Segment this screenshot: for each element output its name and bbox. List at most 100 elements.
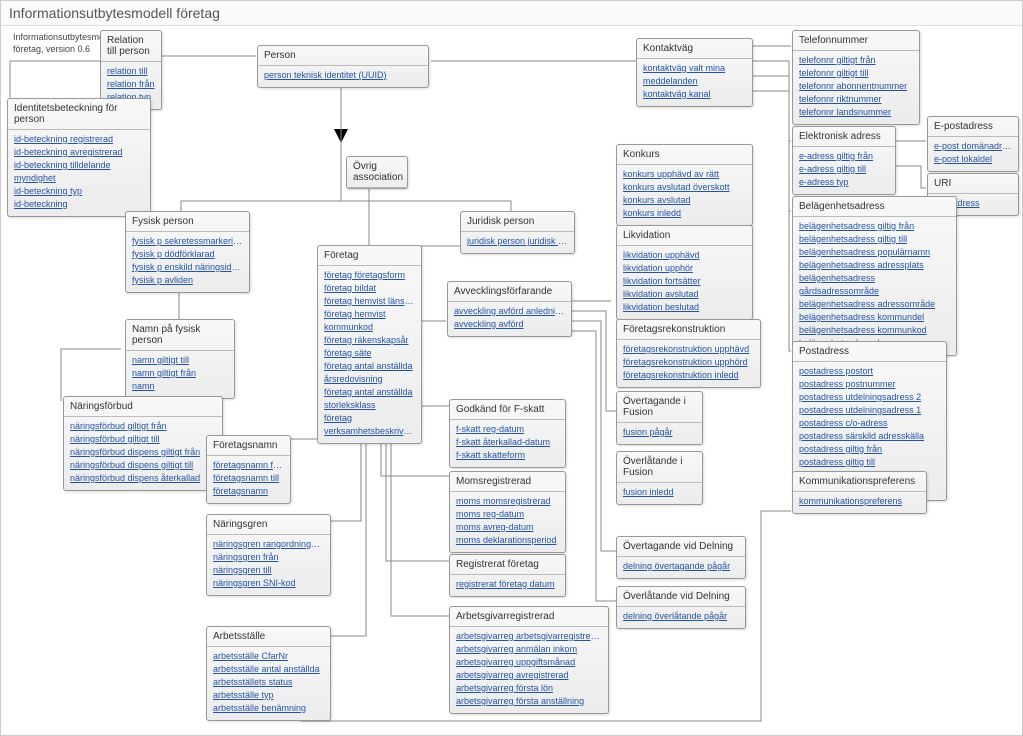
entity-attribute[interactable]: arbetsställe benämning	[213, 702, 324, 715]
entity-attribute[interactable]: gårdsadressområde	[799, 285, 950, 298]
entity-attribute[interactable]: telefonnr abonnentnummer	[799, 80, 913, 93]
entity-attribute[interactable]: årsredovisning	[324, 373, 415, 386]
entity-attribute[interactable]: f-skatt skatteform	[456, 449, 559, 462]
entity-attribute[interactable]: näringsgren SNI-kod	[213, 577, 324, 590]
entity-attribute[interactable]: e-adress giltig från	[799, 150, 889, 163]
entity-attribute[interactable]: arbetsställe CfarNr	[213, 650, 324, 663]
entity-attribute[interactable]: telefonnr giltigt från	[799, 54, 913, 67]
entity-attribute[interactable]: företagsrekonstruktion upphörd	[623, 356, 754, 369]
entity-attribute[interactable]: fusion pågår	[623, 426, 696, 439]
entity-attribute[interactable]: postadress utdelningsadress 1	[799, 404, 940, 417]
entity-attribute[interactable]: kontaktväg kanal	[643, 88, 746, 101]
entity-attribute[interactable]: arbetsgivarreg arbetsgivarregistrerad	[456, 630, 602, 643]
entity-attribute[interactable]: registrerat företag datum	[456, 578, 559, 591]
entity-attribute[interactable]: e-post lokaldel	[934, 153, 1012, 166]
entity-attribute[interactable]: juridisk person juridisk form	[467, 235, 568, 248]
entity-attribute[interactable]: företag antal anställda	[324, 386, 415, 399]
entity-attribute[interactable]: företag hemvist	[324, 308, 415, 321]
entity-attribute[interactable]: avveckling avförd	[454, 318, 565, 331]
entity-attribute[interactable]: arbetsställets status	[213, 676, 324, 689]
entity-attribute[interactable]: företag antal anställda	[324, 360, 415, 373]
entity-attribute[interactable]: postadress giltig från	[799, 443, 940, 456]
entity-attribute[interactable]: näringsförbud dispens giltigt från	[70, 446, 216, 459]
entity-attribute[interactable]: relation till	[107, 65, 155, 78]
entity-attribute[interactable]: avveckling avförd anledning	[454, 305, 565, 318]
entity-attribute[interactable]: näringsförbud giltigt till	[70, 433, 216, 446]
entity-attribute[interactable]: belägenhetsadress adressområde	[799, 298, 950, 311]
entity-attribute[interactable]: näringsförbud dispens giltigt till	[70, 459, 216, 472]
entity-attribute[interactable]: id-beteckning	[14, 198, 144, 211]
entity-attribute[interactable]: konkurs inledd	[623, 207, 746, 220]
entity-attribute[interactable]: företagsnamn	[213, 485, 284, 498]
entity-attribute[interactable]: id-beteckning avregistrerad	[14, 146, 144, 159]
entity-attribute[interactable]: företag säte	[324, 347, 415, 360]
entity-attribute[interactable]: belägenhetsadress	[799, 272, 950, 285]
entity-attribute[interactable]: likvidation upphävd	[623, 249, 746, 262]
entity-attribute[interactable]: likvidation fortsätter	[623, 275, 746, 288]
entity-attribute[interactable]: postadress särskild adresskälla	[799, 430, 940, 443]
entity-attribute[interactable]: likvidation beslutad	[623, 301, 746, 314]
entity-attribute[interactable]: kommunikationspreferens	[799, 495, 920, 508]
entity-attribute[interactable]: företag hemvist länskod	[324, 295, 415, 308]
entity-attribute[interactable]: namn	[132, 380, 228, 393]
entity-attribute[interactable]: företag räkenskapsår	[324, 334, 415, 347]
entity-attribute[interactable]: likvidation upphör	[623, 262, 746, 275]
entity-attribute[interactable]: postadress giltig till	[799, 456, 940, 469]
entity-attribute[interactable]: postadress utdelningsadress 2	[799, 391, 940, 404]
entity-attribute[interactable]: person teknisk identitet (UUID)	[264, 69, 422, 82]
entity-attribute[interactable]: konkurs upphävd av rätt	[623, 168, 746, 181]
entity-attribute[interactable]: företag bildat	[324, 282, 415, 295]
entity-attribute[interactable]: företagsrekonstruktion inledd	[623, 369, 754, 382]
entity-attribute[interactable]: e-post domänadress	[934, 140, 1012, 153]
entity-attribute[interactable]: belägenhetsadress populärnamn	[799, 246, 950, 259]
entity-attribute[interactable]: delning övertagande pågår	[623, 560, 739, 573]
entity-attribute[interactable]: näringsförbud giltigt från	[70, 420, 216, 433]
entity-attribute[interactable]: telefonnr riktnummer	[799, 93, 913, 106]
entity-attribute[interactable]: telefonnr landsnummer	[799, 106, 913, 119]
entity-attribute[interactable]: arbetsställe antal anställda	[213, 663, 324, 676]
entity-attribute[interactable]: moms avreg-datum	[456, 521, 559, 534]
entity-attribute[interactable]: belägenhetsadress kommundel	[799, 311, 950, 324]
entity-attribute[interactable]: moms momsregistrerad	[456, 495, 559, 508]
entity-attribute[interactable]: arbetsgivarreg uppgiftsmånad	[456, 656, 602, 669]
entity-attribute[interactable]: företag företagsform	[324, 269, 415, 282]
entity-attribute[interactable]: storleksklass	[324, 399, 415, 412]
entity-attribute[interactable]: myndighet	[14, 172, 144, 185]
entity-attribute[interactable]: likvidation avslutad	[623, 288, 746, 301]
entity-attribute[interactable]: postadress c/o-adress	[799, 417, 940, 430]
entity-attribute[interactable]: arbetsställe typ	[213, 689, 324, 702]
entity-attribute[interactable]: företag	[324, 412, 415, 425]
entity-attribute[interactable]: näringsgren till	[213, 564, 324, 577]
entity-attribute[interactable]: id-beteckning registrerad	[14, 133, 144, 146]
entity-attribute[interactable]: företagsnamn till	[213, 472, 284, 485]
entity-attribute[interactable]: fysisk p enskild näringsidkare	[132, 261, 243, 274]
entity-attribute[interactable]: fysisk p sekretessmarkering	[132, 235, 243, 248]
entity-attribute[interactable]: näringsförbud dispens återkallad	[70, 472, 216, 485]
entity-attribute[interactable]: fysisk p dödförklarad	[132, 248, 243, 261]
entity-attribute[interactable]: namn giltigt till	[132, 354, 228, 367]
entity-attribute[interactable]: postadress postnummer	[799, 378, 940, 391]
entity-attribute[interactable]: id-beteckning typ	[14, 185, 144, 198]
entity-attribute[interactable]: moms reg-datum	[456, 508, 559, 521]
entity-attribute[interactable]: delning överlåtande pågår	[623, 610, 739, 623]
entity-attribute[interactable]: fysisk p avliden	[132, 274, 243, 287]
entity-attribute[interactable]: postadress postort	[799, 365, 940, 378]
entity-attribute[interactable]: relation från	[107, 78, 155, 91]
entity-attribute[interactable]: meddelanden	[643, 75, 746, 88]
entity-attribute[interactable]: e-adress giltig till	[799, 163, 889, 176]
entity-attribute[interactable]: fusion inledd	[623, 486, 696, 499]
entity-attribute[interactable]: namn giltigt från	[132, 367, 228, 380]
entity-attribute[interactable]: e-adress typ	[799, 176, 889, 189]
entity-attribute[interactable]: företagsrekonstruktion upphävd	[623, 343, 754, 356]
entity-attribute[interactable]: belägenhetsadress giltig från	[799, 220, 950, 233]
entity-attribute[interactable]: belägenhetsadress giltig till	[799, 233, 950, 246]
entity-attribute[interactable]: belägenhetsadress adressplats	[799, 259, 950, 272]
entity-attribute[interactable]: id-beteckning tilldelande	[14, 159, 144, 172]
entity-attribute[interactable]: arbetsgivarreg första anställning	[456, 695, 602, 708]
entity-attribute[interactable]: verksamhetsbeskrivning	[324, 425, 415, 438]
entity-attribute[interactable]: kommunkod	[324, 321, 415, 334]
entity-attribute[interactable]: belägenhetsadress kommunkod	[799, 324, 950, 337]
entity-attribute[interactable]: konkurs avslutad	[623, 194, 746, 207]
entity-attribute[interactable]: f-skatt återkallad-datum	[456, 436, 559, 449]
entity-attribute[interactable]: arbetsgivarreg anmälan inkom	[456, 643, 602, 656]
